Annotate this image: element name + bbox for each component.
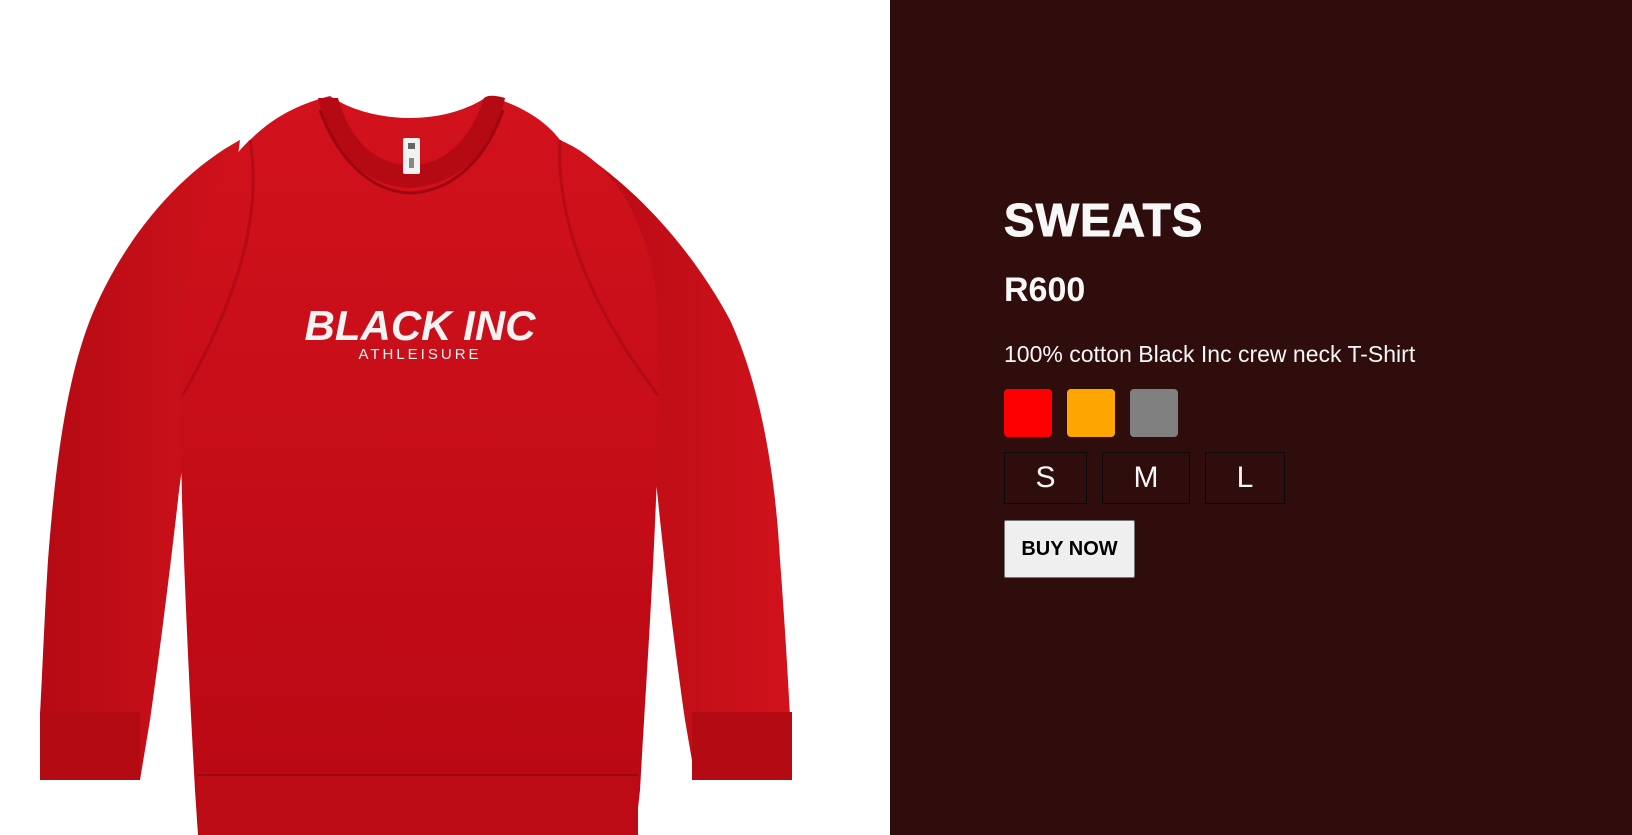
buy-now-button[interactable]: BUY NOW xyxy=(1004,520,1135,578)
size-button-m[interactable]: M xyxy=(1102,452,1190,504)
left-cuff xyxy=(40,712,140,780)
color-swatches xyxy=(1004,389,1415,437)
product-info-panel: SWEATS R600 100% cotton Black Inc crew n… xyxy=(890,0,1632,835)
color-swatch-red[interactable] xyxy=(1004,389,1052,437)
product-page: BLACK INC ATHLEISURE SWEATS R600 100% co… xyxy=(0,0,1632,835)
size-button-s[interactable]: S xyxy=(1004,452,1087,504)
brand-logo-subtext: ATHLEISURE xyxy=(358,346,481,363)
brand-logo-text: BLACK INC xyxy=(305,302,537,349)
product-image-panel: BLACK INC ATHLEISURE xyxy=(0,0,890,835)
size-button-l[interactable]: L xyxy=(1205,452,1285,504)
product-image: BLACK INC ATHLEISURE xyxy=(40,95,792,835)
product-description: 100% cotton Black Inc crew neck T-Shirt xyxy=(1004,341,1416,367)
product-details: SWEATS R600 100% cotton Black Inc crew n… xyxy=(1003,192,1416,578)
color-swatch-grey[interactable] xyxy=(1130,389,1178,437)
color-swatch-orange[interactable] xyxy=(1067,389,1115,437)
size-options: S M L xyxy=(1004,452,1415,504)
product-price: R600 xyxy=(1004,271,1086,309)
right-cuff xyxy=(692,712,792,780)
waistband xyxy=(198,772,638,835)
product-title: SWEATS xyxy=(1003,194,1204,247)
